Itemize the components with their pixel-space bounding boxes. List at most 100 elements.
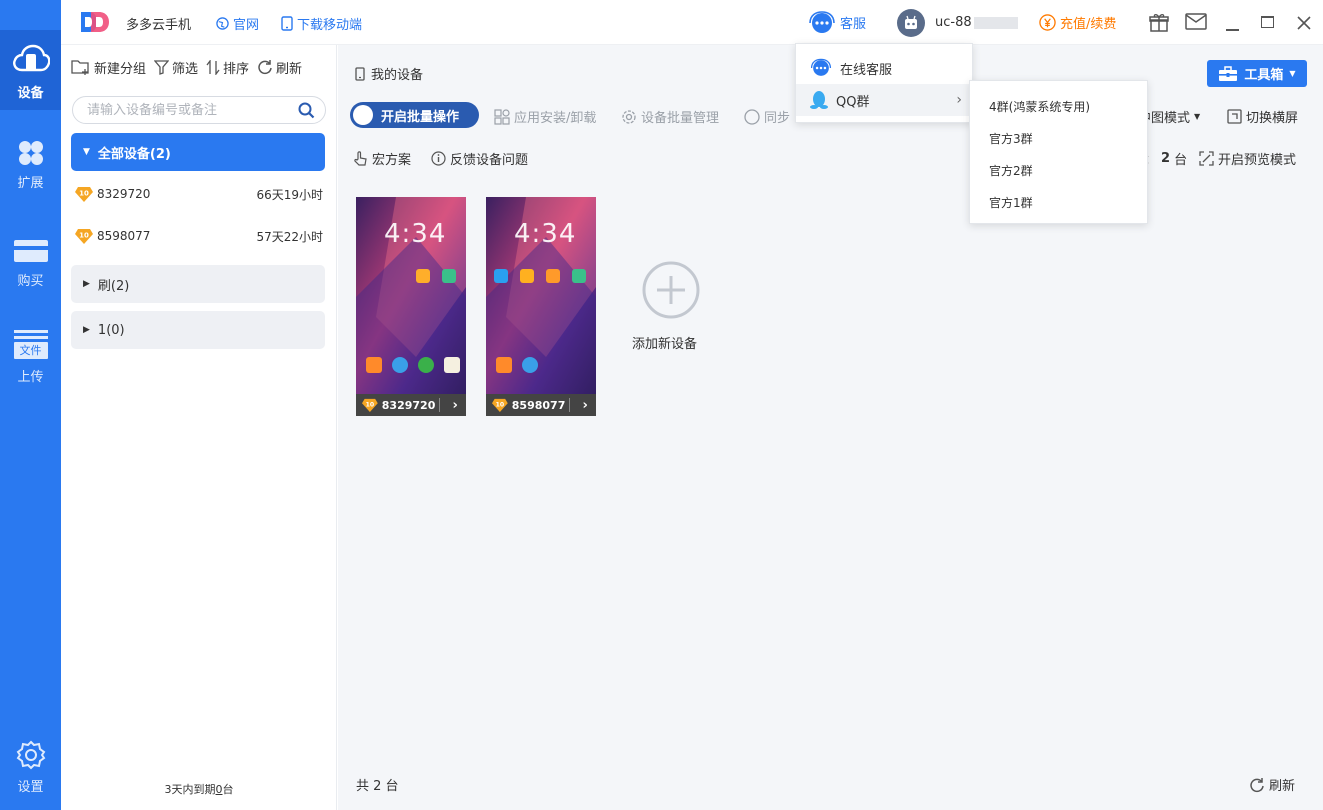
nav-item-purchase[interactable]: 购买 (0, 238, 61, 289)
main-panel: 我的设备 工具箱 ▼ 开启批量操作 应用安装/卸载 设备批量管理 同步 中图模式… (338, 45, 1323, 810)
device-search-input[interactable] (87, 101, 287, 119)
feedback-button[interactable]: 反馈设备问题 (431, 149, 528, 168)
qq-group-option[interactable]: 官方2群 (989, 162, 1033, 179)
toolbox-button[interactable]: 工具箱 ▼ (1207, 60, 1307, 87)
filter-button[interactable]: 筛选 (154, 58, 198, 77)
add-device-button[interactable] (636, 260, 706, 324)
qq-group-item[interactable]: QQ群 › (796, 84, 974, 116)
batch-manage-button[interactable]: 设备批量管理 (621, 107, 719, 126)
sort-button[interactable]: 排序 (206, 58, 249, 77)
search-icon[interactable] (298, 102, 315, 119)
nav-item-upload[interactable]: 文件 上传 (0, 330, 61, 385)
group-shua-label: 刷(2) (97, 278, 130, 294)
refresh-icon (258, 60, 272, 75)
vip-diamond-icon: 10 (362, 398, 378, 412)
chevron-right-icon[interactable]: › (574, 398, 596, 413)
app-install-button[interactable]: 应用安装/卸载 (494, 107, 596, 126)
rotate-screen-icon (1227, 109, 1242, 124)
device-remaining-time: 66天19小时 (256, 187, 323, 202)
device-row[interactable]: 10 8598077 57天22小时 (75, 225, 323, 247)
mobile-icon (281, 16, 293, 31)
nav-item-extend[interactable]: 扩展 (0, 140, 61, 191)
app-name: 多多云手机 (126, 18, 192, 33)
expire-suffix: 台 (222, 783, 234, 796)
plus-circle-icon (642, 261, 700, 319)
macro-button[interactable]: 宏方案 (354, 149, 411, 168)
filter-label: 筛选 (172, 61, 199, 77)
left-nav: 设备 扩展 购买 文件 上传 设置 (0, 0, 61, 810)
vip-diamond-icon: 10 (75, 229, 93, 244)
main-refresh-label: 刷新 (1269, 779, 1296, 794)
refresh-icon (1250, 777, 1264, 792)
preview-mode-button[interactable]: 开启预览模式 (1199, 149, 1296, 168)
device-count: ： 2 台 (1144, 149, 1187, 168)
toolbox-icon (1219, 65, 1238, 81)
qq-penguin-icon (810, 91, 828, 109)
caret-down-icon: ▼ (83, 147, 90, 157)
group-1[interactable]: ▶ 1(0) (71, 311, 325, 349)
device-card[interactable]: 4:34 10 8598077 › (486, 197, 596, 416)
qq-group-option[interactable]: 4群(鸿蒙系统专用) (989, 98, 1090, 115)
folder-add-icon (71, 60, 89, 75)
sort-label: 排序 (223, 61, 250, 77)
maximize-icon[interactable] (1261, 16, 1274, 28)
qq-group-submenu: 4群(鸿蒙系统专用) 官方3群 官方2群 官方1群 (969, 80, 1148, 224)
phone-clock: 4:34 (514, 219, 577, 249)
nav-label-upload: 上传 (17, 370, 44, 385)
expire-count[interactable]: 0 (216, 783, 223, 796)
device-total: 共 2 台 (356, 779, 399, 794)
phone-icon (355, 66, 365, 81)
qq-group-option[interactable]: 官方1群 (989, 194, 1033, 211)
nav-label-settings: 设置 (17, 780, 44, 795)
gift-icon[interactable] (1149, 12, 1169, 32)
device-card[interactable]: 4:34 10 8329720 › (356, 197, 466, 416)
group-all-devices[interactable]: ▼ 全部设备(2) (71, 133, 325, 171)
device-screen[interactable]: 4:34 (356, 197, 466, 394)
avatar (897, 8, 925, 37)
nav-label-purchase: 购买 (17, 274, 44, 289)
chevron-right-icon[interactable]: › (444, 398, 466, 413)
macro-label: 宏方案 (372, 153, 412, 168)
batch-operation-toggle[interactable]: 开启批量操作 (350, 102, 479, 128)
recharge-button[interactable]: 充值/续费 (1039, 0, 1116, 45)
device-screen[interactable]: 4:34 (486, 197, 596, 394)
cloud-phone-icon (12, 44, 50, 72)
globe-icon (216, 17, 229, 30)
download-mobile-link[interactable]: 下载移动端 (281, 14, 362, 33)
switch-landscape-button[interactable]: 切换横屏 (1227, 107, 1298, 126)
device-level: 10 (496, 401, 505, 408)
official-site-link[interactable]: 官网 (216, 14, 259, 33)
my-devices-label: 我的设备 (371, 68, 424, 83)
new-group-button[interactable]: 新建分组 (71, 58, 146, 77)
group-shua[interactable]: ▶ 刷(2) (71, 265, 325, 303)
card-icon (13, 240, 48, 262)
add-device-label[interactable]: 添加新设备 (632, 333, 697, 352)
divider (439, 398, 441, 412)
close-icon[interactable] (1297, 16, 1311, 30)
group-1-label: 1(0) (97, 322, 125, 338)
feedback-label: 反馈设备问题 (450, 153, 529, 168)
service-button[interactable]: 客服 (808, 0, 866, 45)
expire-prefix: 3天内到期 (164, 783, 216, 796)
device-card-footer: 10 8329720 › (356, 394, 466, 416)
chevron-right-icon: › (956, 92, 962, 108)
robot-avatar-icon (905, 15, 917, 29)
batch-manage-label: 设备批量管理 (641, 111, 720, 126)
caret-right-icon: ▶ (83, 279, 90, 289)
online-service-item[interactable]: 在线客服 (796, 52, 974, 84)
online-service-label: 在线客服 (840, 62, 893, 78)
qq-group-label: QQ群 (836, 94, 870, 110)
nav-item-settings[interactable]: 设置 (0, 740, 61, 795)
sidebar-refresh-button[interactable]: 刷新 (257, 58, 302, 77)
mail-icon[interactable] (1185, 13, 1207, 30)
main-refresh-button[interactable]: 刷新 (1249, 775, 1295, 794)
minimize-icon[interactable] (1226, 29, 1239, 31)
sync-button[interactable]: 同步 (744, 107, 790, 126)
nav-item-devices[interactable]: 设备 (0, 30, 61, 110)
gear-icon (622, 109, 636, 124)
qq-group-option[interactable]: 官方3群 (989, 130, 1033, 147)
device-row[interactable]: 10 8329720 66天19小时 (75, 183, 323, 205)
recharge-label: 充值/续费 (1060, 17, 1117, 32)
user-account[interactable]: uc-88 (897, 0, 1018, 45)
sync-label: 同步 (764, 111, 791, 126)
